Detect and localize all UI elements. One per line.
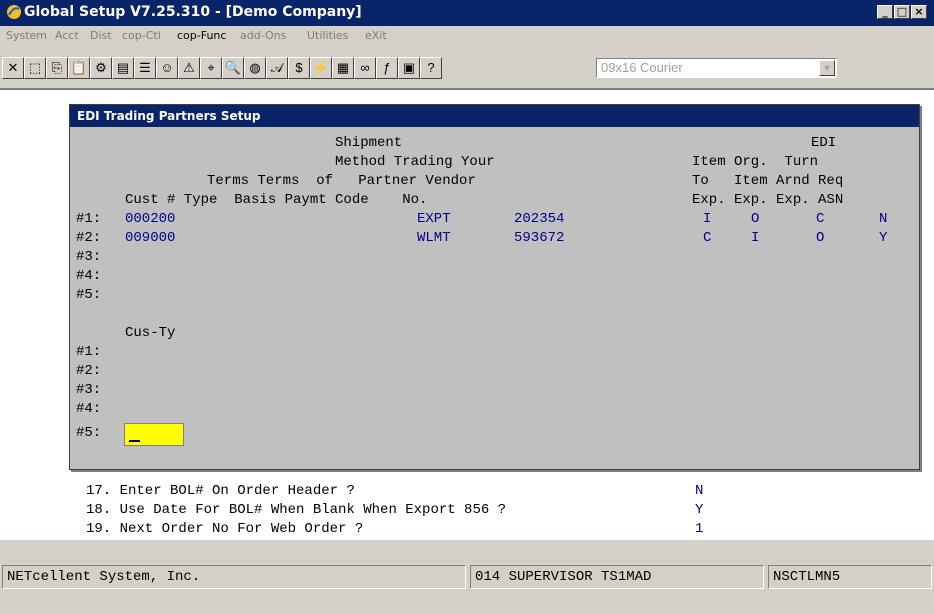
minimize-button[interactable]: _ <box>877 5 893 19</box>
font-select[interactable]: 09x16 Courier ▼ <box>596 58 837 78</box>
close-button[interactable]: × <box>911 5 927 19</box>
menu-system[interactable]: System <box>6 29 47 42</box>
lightning-icon[interactable]: ⚡ <box>310 57 332 79</box>
status-machine-panel: NSCTLMN5 <box>768 565 932 589</box>
option-18-value[interactable]: Y <box>695 502 703 518</box>
option-18-label: 18. Use Date For BOL# When Blank When Ex… <box>86 502 507 518</box>
header-item-org-turn: Item Org. Turn <box>692 154 819 170</box>
row-1-item-to[interactable]: I <box>703 211 711 227</box>
status-company: NETcellent System, Inc. <box>7 569 201 585</box>
edi-trading-partners-dialog: EDI Trading Partners Setup Shipment EDI … <box>69 104 920 470</box>
menu-utilities[interactable]: Utilities <box>307 29 348 42</box>
header-exp-row: Exp. Exp. Exp. ASN <box>692 192 844 208</box>
chevron-down-icon[interactable]: ▼ <box>819 60 835 76</box>
status-company-panel: NETcellent System, Inc. <box>2 565 466 589</box>
row-2-asn[interactable]: Y <box>879 230 887 246</box>
row-4-label: #4: <box>76 268 102 284</box>
calculator-icon[interactable]: ▦ <box>332 57 354 79</box>
custy-5-input[interactable] <box>124 423 184 446</box>
header-edi: EDI <box>811 135 837 151</box>
function-icon[interactable]: ƒ <box>376 57 398 79</box>
row-2-item-to[interactable]: C <box>703 230 711 246</box>
header-cust-row: Cust # Type Basis Paymt Code No. <box>125 192 428 208</box>
money-icon[interactable]: $ <box>288 57 310 79</box>
row-1-turn[interactable]: C <box>816 211 824 227</box>
properties-icon[interactable]: ▤ <box>112 57 134 79</box>
row-2-org[interactable]: I <box>751 230 759 246</box>
row-1-cust[interactable]: 000200 <box>125 211 175 227</box>
menu-dist[interactable]: Dist <box>90 29 112 42</box>
row-1-vendor[interactable]: 202354 <box>514 211 564 227</box>
menu-cop-func[interactable]: cop-Func <box>177 29 226 42</box>
link-icon[interactable]: ∞ <box>354 57 376 79</box>
row-3-label: #3: <box>76 249 102 265</box>
globe-icon[interactable]: ◍ <box>244 57 266 79</box>
status-user: 014 SUPERVISOR TS1MAD <box>475 569 652 585</box>
custy-header: Cus-Ty <box>125 325 176 341</box>
status-bar: NETcellent System, Inc. 014 SUPERVISOR T… <box>0 540 934 597</box>
maximize-button[interactable]: □ <box>894 5 910 19</box>
row-2-cust[interactable]: 009000 <box>125 230 175 246</box>
row-2-label: #2: <box>76 230 102 246</box>
close-x-icon[interactable]: ✕ <box>2 57 24 79</box>
row-1-label: #1: <box>76 211 102 227</box>
title-bar: Global Setup V7.25.310 - [Demo Company] … <box>0 0 934 26</box>
row-1-asn[interactable]: N <box>879 211 887 227</box>
warning-icon[interactable]: ⚠ <box>178 57 200 79</box>
option-17-label: 17. Enter BOL# On Order Header ? <box>86 483 355 499</box>
font-icon[interactable]: 𝒜 <box>266 57 288 79</box>
custy-row-3: #3: <box>76 382 102 398</box>
document-icon[interactable]: ▣ <box>398 57 420 79</box>
option-17-value[interactable]: N <box>695 483 703 499</box>
row-2-vendor[interactable]: 593672 <box>514 230 564 246</box>
help-icon[interactable]: ? <box>420 57 442 79</box>
dialog-title-bar: EDI Trading Partners Setup <box>70 105 919 127</box>
custy-row-4: #4: <box>76 401 102 417</box>
toolbar: ✕ ⬚ ⎘ 📋 ⚙ ▤ ☰ ☺ ⚠ ⌖ 🔍 ◍ 𝒜 $ ⚡ ▦ ∞ ƒ ▣ ? … <box>0 46 934 89</box>
header-to-item-arnd-req: To Item Arnd Req <box>692 173 844 189</box>
menu-add-ons[interactable]: add-Ons <box>240 29 286 42</box>
menu-cop-ctl[interactable]: cop-Ctl <box>122 29 161 42</box>
row-1-code[interactable]: EXPT <box>417 211 451 227</box>
status-machine: NSCTLMN5 <box>773 569 841 585</box>
option-19-value[interactable]: 1 <box>695 521 703 537</box>
option-19-label: 19. Next Order No For Web Order ? <box>86 521 364 537</box>
app-icon <box>7 5 21 19</box>
menu-bar: System Acct Dist cop-Ctl cop-Func add-On… <box>0 26 934 46</box>
row-2-turn[interactable]: O <box>816 230 824 246</box>
copy-icon[interactable]: ⎘ <box>46 57 68 79</box>
binoculars-icon[interactable]: ⌖ <box>200 57 222 79</box>
window-title: Global Setup V7.25.310 - [Demo Company] <box>24 4 362 20</box>
header-method: Method Trading Your <box>335 154 495 170</box>
gear-icon[interactable]: ⚙ <box>90 57 112 79</box>
header-terms-row: Terms Terms of Partner Vendor <box>207 173 476 189</box>
menu-exit[interactable]: eXit <box>365 29 387 42</box>
select-icon[interactable]: ⬚ <box>24 57 46 79</box>
text-cursor <box>129 440 140 442</box>
menu-acct[interactable]: Acct <box>55 29 79 42</box>
row-2-code[interactable]: WLMT <box>417 230 451 246</box>
paste-icon[interactable]: 📋 <box>68 57 90 79</box>
dialog-title: EDI Trading Partners Setup <box>77 109 261 123</box>
header-shipment: Shipment <box>335 135 403 151</box>
list-icon[interactable]: ☰ <box>134 57 156 79</box>
custy-row-1: #1: <box>76 344 102 360</box>
row-1-org[interactable]: O <box>751 211 759 227</box>
custy-row-5: #5: <box>76 425 102 441</box>
magnifier-icon[interactable]: 🔍 <box>222 57 244 79</box>
font-select-value: 09x16 Courier <box>601 60 683 75</box>
user-icon[interactable]: ☺ <box>156 57 178 79</box>
row-5-label: #5: <box>76 287 102 303</box>
status-user-panel: 014 SUPERVISOR TS1MAD <box>470 565 764 589</box>
custy-row-2: #2: <box>76 363 102 379</box>
